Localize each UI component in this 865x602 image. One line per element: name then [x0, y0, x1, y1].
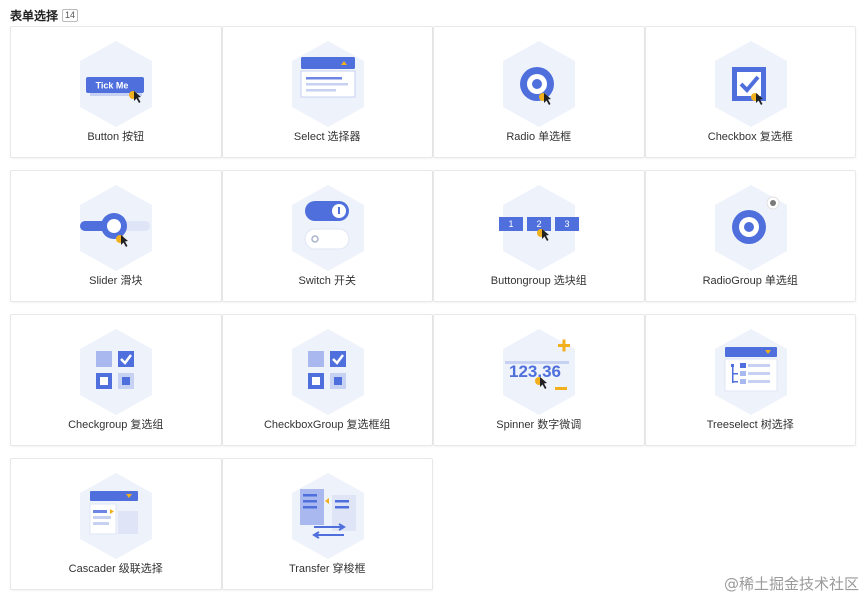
card-transfer[interactable]: Transfer 穿梭框: [221, 458, 433, 590]
button-icon: Tick Me: [80, 41, 152, 127]
card-label: Treeselect 树选择: [706, 419, 794, 431]
card-label: Cascader 级联选择: [68, 563, 163, 575]
card-switch[interactable]: Switch 开关: [221, 170, 433, 302]
card-select[interactable]: Select 选择器: [221, 26, 433, 158]
buttongroup-label-3: 3: [564, 219, 569, 229]
radiogroup-icon: [714, 185, 787, 271]
card-label: Spinner 数字微调: [496, 419, 582, 431]
card-radio[interactable]: Radio 单选框: [433, 26, 645, 158]
card-label: Checkgroup 复选组: [68, 419, 164, 431]
spinner-icon: 123.36: [503, 329, 575, 415]
checkboxgroup-icon: [291, 329, 364, 415]
card-spinner[interactable]: 123.36 Spinner 数字微调: [433, 314, 645, 446]
card-label: RadioGroup 单选组: [702, 275, 798, 287]
checkgroup-icon: [80, 329, 152, 415]
card-radiogroup[interactable]: RadioGroup 单选组: [644, 170, 856, 302]
card-checkbox[interactable]: Checkbox 复选框: [644, 26, 856, 158]
card-label: Switch 开关: [298, 275, 356, 287]
buttongroup-label-1: 1: [508, 219, 513, 229]
card-treeselect[interactable]: Treeselect 树选择: [644, 314, 856, 446]
checkbox-icon: [714, 41, 787, 127]
cascader-icon: [80, 473, 152, 559]
button-icon-text: Tick Me: [96, 81, 129, 91]
buttongroup-label-2: 2: [536, 219, 541, 229]
treeselect-icon: [714, 329, 787, 415]
card-label: Radio 单选框: [506, 131, 572, 143]
slider-icon: [80, 185, 152, 271]
card-slider[interactable]: Slider 滑块: [10, 170, 222, 302]
card-cascader[interactable]: Cascader 级联选择: [10, 458, 222, 590]
component-grid: Tick Me Button 按钮 Select 选择器 Radio 单选框 C…: [10, 26, 856, 602]
card-label: Buttongroup 选块组: [490, 275, 587, 287]
buttongroup-icon: 1 2 3: [499, 185, 579, 271]
card-checkboxgroup[interactable]: CheckboxGroup 复选框组: [221, 314, 433, 446]
card-buttongroup[interactable]: 1 2 3 Buttongroup 选块组: [433, 170, 645, 302]
spinner-value-text: 123.36: [509, 362, 561, 381]
card-label: CheckboxGroup 复选框组: [263, 419, 391, 431]
card-label: Checkbox 复选框: [707, 131, 793, 143]
select-icon: [291, 41, 364, 127]
switch-icon: [291, 185, 364, 271]
card-label: Transfer 穿梭框: [288, 563, 366, 575]
card-label: Select 选择器: [293, 131, 361, 143]
card-label: Button 按钮: [87, 131, 145, 143]
section-header: 表单选择 14: [10, 7, 79, 23]
card-button[interactable]: Tick Me Button 按钮: [10, 26, 222, 158]
item-count-badge: 14: [62, 8, 79, 22]
card-checkgroup[interactable]: Checkgroup 复选组: [10, 314, 222, 446]
radio-icon: [503, 41, 575, 127]
transfer-icon: [291, 473, 364, 559]
watermark: @稀土掘金技术社区: [723, 575, 859, 593]
card-label: Slider 滑块: [89, 275, 143, 287]
section-title: 表单选择: [10, 8, 59, 23]
